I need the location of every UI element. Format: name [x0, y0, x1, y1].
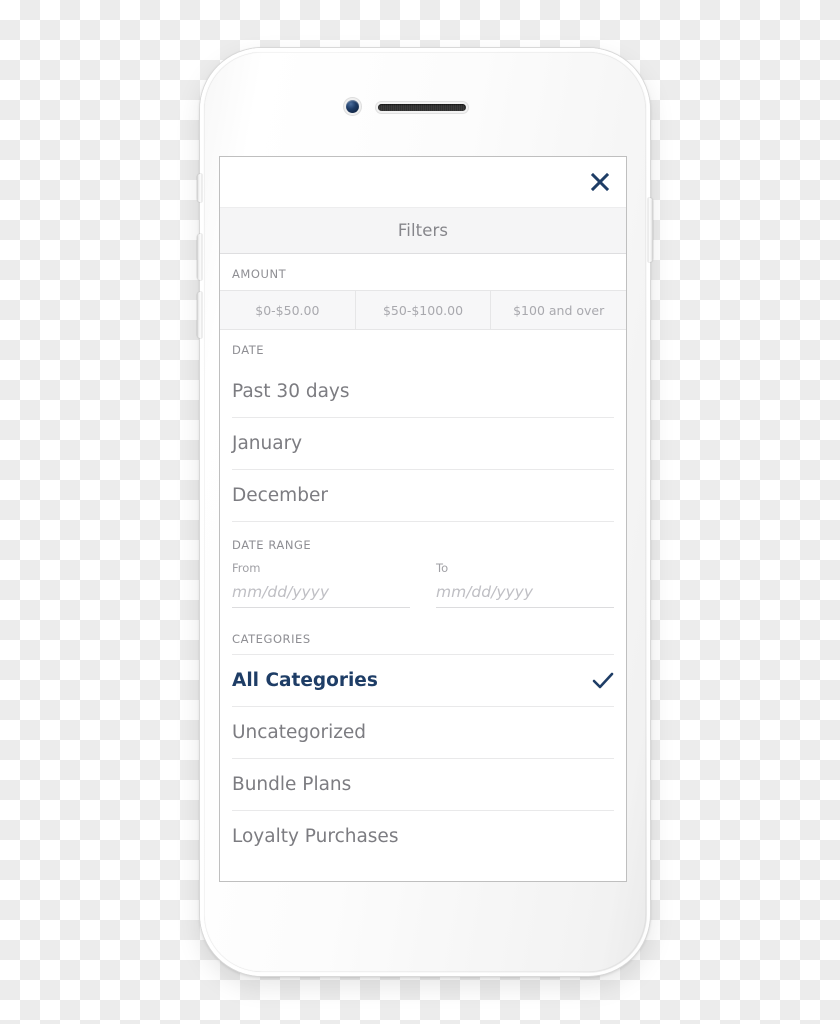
date-section-label: DATE: [232, 343, 265, 357]
category-option-bundle-plans[interactable]: Bundle Plans: [232, 758, 614, 810]
category-option-label: Uncategorized: [232, 722, 367, 743]
power-button[interactable]: [648, 198, 653, 262]
page-title: Filters: [397, 221, 449, 240]
amount-option-2[interactable]: $100 and over: [491, 291, 626, 329]
date-to-label: To: [436, 561, 449, 575]
earpiece-speaker-icon: [378, 104, 466, 111]
category-option-label: Loyalty Purchases: [232, 826, 399, 847]
date-range-fields: From To: [232, 561, 614, 618]
front-camera-icon: [346, 100, 359, 113]
date-from-field-group: From: [232, 561, 410, 608]
amount-option-1[interactable]: $50-$100.00: [356, 291, 492, 329]
amount-option-0[interactable]: $0-$50.00: [220, 291, 356, 329]
category-option-label: All Categories: [232, 670, 378, 691]
amount-option-label: $50-$100.00: [382, 302, 464, 318]
amount-options-group: $0-$50.00 $50-$100.00 $100 and over: [220, 290, 626, 330]
modal-title-bar: Filters: [220, 207, 626, 254]
date-option-past-30-days[interactable]: Past 30 days: [232, 366, 614, 418]
close-icon: [590, 172, 610, 192]
date-option-label: January: [232, 433, 303, 454]
phone-device-frame: Filters AMOUNT $0-$50.00 $50-$100.00 $10…: [197, 48, 653, 976]
volume-up-button[interactable]: [197, 234, 202, 280]
date-range-section: DATE RANGE From To: [220, 522, 626, 618]
category-option-label: Bundle Plans: [232, 774, 352, 795]
date-to-field-group: To: [436, 561, 614, 608]
categories-options-list: All Categories Uncategorized Bundle Plan…: [220, 654, 626, 862]
volume-down-button[interactable]: [197, 292, 202, 338]
date-to-input[interactable]: [436, 583, 614, 608]
checkmark-icon: [592, 671, 614, 691]
amount-option-label: $0-$50.00: [255, 302, 320, 318]
date-option-january[interactable]: January: [232, 418, 614, 470]
amount-option-label: $100 and over: [513, 302, 605, 318]
categories-section-label: CATEGORIES: [232, 632, 311, 646]
amount-section-label: AMOUNT: [232, 267, 287, 281]
silent-switch-button[interactable]: [197, 174, 202, 202]
date-option-december[interactable]: December: [232, 470, 614, 522]
phone-screen: Filters AMOUNT $0-$50.00 $50-$100.00 $10…: [220, 157, 626, 881]
date-from-label: From: [232, 561, 261, 575]
date-option-label: Past 30 days: [232, 381, 350, 402]
date-from-input[interactable]: [232, 583, 410, 608]
modal-topbar: [220, 157, 626, 207]
date-options-list: Past 30 days January December: [220, 366, 626, 522]
category-option-uncategorized[interactable]: Uncategorized: [232, 706, 614, 758]
category-option-all-categories[interactable]: All Categories: [232, 654, 614, 706]
date-option-label: December: [232, 485, 328, 506]
date-range-section-label: DATE RANGE: [232, 538, 312, 552]
close-button[interactable]: [583, 165, 617, 199]
category-option-loyalty-purchases[interactable]: Loyalty Purchases: [232, 810, 614, 862]
